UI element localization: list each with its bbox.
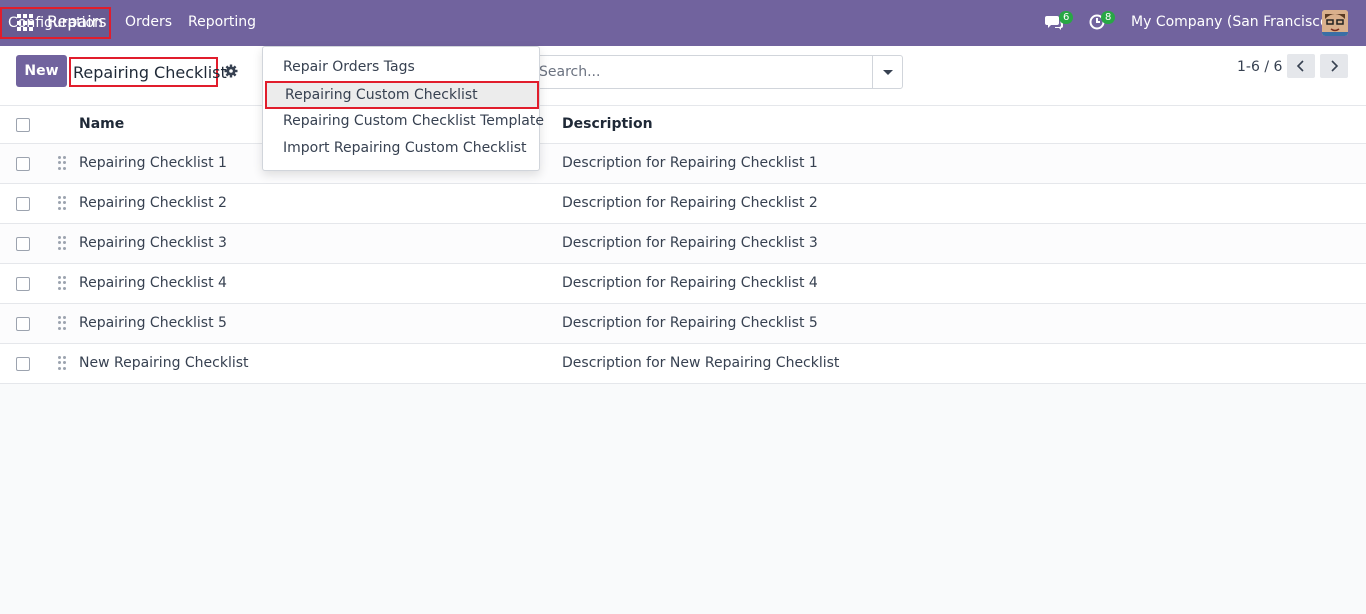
chevron-left-icon [1296,60,1304,72]
search-options-toggle[interactable] [872,56,902,88]
table-row[interactable]: Repairing Checklist 4 Description for Re… [0,264,1366,304]
company-switcher[interactable]: My Company (San Francisco) [1131,14,1334,30]
cell-name: Repairing Checklist 1 [79,155,227,171]
search-placeholder: Search... [539,64,601,80]
chevron-right-icon [1331,60,1339,72]
column-header-description[interactable]: Description [562,116,653,132]
pager-previous-button[interactable] [1287,54,1315,78]
list-view: Name Description Repairing Checklist 1 D… [0,106,1366,384]
page-title: Repairing Checklist [69,57,227,87]
app-brand[interactable]: Repairs [47,12,107,31]
gear-icon[interactable] [224,64,238,78]
table-row[interactable]: New Repairing Checklist Description for … [0,344,1366,384]
cell-name: Repairing Checklist 3 [79,235,227,251]
drag-handle-icon[interactable] [58,156,66,170]
menu-item-repairing-custom-checklist-template[interactable]: Repairing Custom Checklist Template [283,113,544,129]
configuration-dropdown: Repair Orders Tags Repairing Custom Chec… [262,46,544,171]
messages-badge: 6 [1059,11,1074,24]
column-header-name[interactable]: Name [79,116,124,132]
drag-handle-icon[interactable] [58,356,66,370]
cell-name: Repairing Checklist 2 [79,195,227,211]
row-checkbox[interactable] [16,357,30,371]
select-all-checkbox[interactable] [16,118,30,132]
cell-name: Repairing Checklist 4 [79,275,227,291]
user-avatar-icon [1322,10,1348,36]
menu-orders[interactable]: Orders [125,14,172,30]
caret-down-icon [882,69,893,75]
row-checkbox[interactable] [16,277,30,291]
row-checkbox[interactable] [16,237,30,251]
table-row[interactable]: Repairing Checklist 3 Description for Re… [0,224,1366,264]
cell-name: Repairing Checklist 5 [79,315,227,331]
menu-reporting[interactable]: Reporting [188,14,256,30]
table-row[interactable]: Repairing Checklist 5 Description for Re… [0,304,1366,344]
list-header: Name Description [0,106,1366,144]
cell-description: Description for Repairing Checklist 4 [562,275,818,291]
row-checkbox[interactable] [16,157,30,171]
cell-description: Description for New Repairing Checklist [562,355,840,371]
row-checkbox[interactable] [16,317,30,331]
cell-name: New Repairing Checklist [79,355,249,371]
cell-description: Description for Repairing Checklist 3 [562,235,818,251]
top-navbar: Repairs Orders Reporting Configuration 6… [0,0,1366,46]
row-checkbox[interactable] [16,197,30,211]
pager-next-button[interactable] [1320,54,1348,78]
pager-value[interactable]: 1-6 / 6 [1237,59,1282,75]
cell-description: Description for Repairing Checklist 1 [562,155,818,171]
drag-handle-icon[interactable] [58,316,66,330]
menu-item-repairing-custom-checklist[interactable]: Repairing Custom Checklist [265,81,539,109]
cell-description: Description for Repairing Checklist 2 [562,195,818,211]
drag-handle-icon[interactable] [58,276,66,290]
menu-item-import-repairing-custom-checklist[interactable]: Import Repairing Custom Checklist [283,140,527,156]
table-row[interactable]: Repairing Checklist 1 Description for Re… [0,144,1366,184]
apps-grid-icon[interactable] [17,14,35,32]
avatar[interactable] [1322,10,1348,36]
cell-description: Description for Repairing Checklist 5 [562,315,818,331]
drag-handle-icon[interactable] [58,236,66,250]
activities-badge: 8 [1101,11,1116,24]
table-row[interactable]: Repairing Checklist 2 Description for Re… [0,184,1366,224]
control-panel: New Repairing Checklist Search... 1-6 / … [0,46,1366,106]
new-button[interactable]: New [16,55,67,87]
drag-handle-icon[interactable] [58,196,66,210]
menu-item-repair-orders-tags[interactable]: Repair Orders Tags [283,59,415,75]
